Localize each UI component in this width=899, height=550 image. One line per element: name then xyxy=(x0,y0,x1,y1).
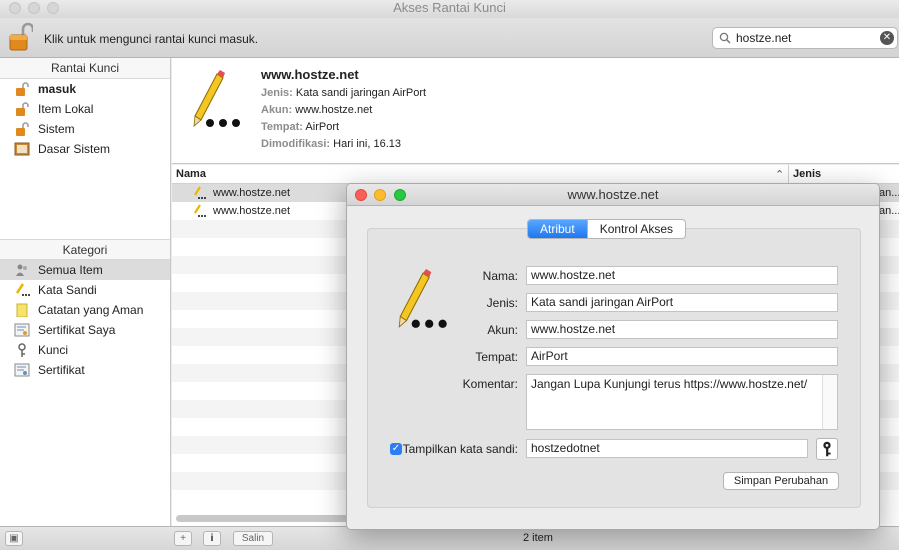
attributes-panel: Nama: www.hostze.net Jenis: Kata sandi j… xyxy=(367,228,861,508)
tempat-field[interactable]: AirPort xyxy=(526,347,838,366)
info-button[interactable]: i xyxy=(203,531,221,546)
minimize-window-button[interactable] xyxy=(28,2,40,14)
sidebar-item-label: Item Lokal xyxy=(38,102,94,116)
sidebar-item-sertifikat-saya[interactable]: Sertifikat Saya xyxy=(0,320,170,340)
categories-section: Kategori Semua Item Kata Sandi Catatan y… xyxy=(0,239,170,380)
sidebar: Rantai Kunci masuk Item Lokal Sistem Das… xyxy=(0,58,171,526)
key-icon xyxy=(823,441,831,457)
clear-search-icon[interactable]: ✕ xyxy=(880,31,894,45)
tab-kontrol-akses[interactable]: Kontrol Akses xyxy=(586,220,685,238)
info-akun: Akun: www.hostze.net xyxy=(261,104,373,116)
sidebar-item-label: Kunci xyxy=(38,343,69,357)
sidebar-item-masuk[interactable]: masuk xyxy=(0,79,170,99)
akun-field[interactable]: www.hostze.net xyxy=(526,320,838,339)
password-pencil-icon xyxy=(193,70,240,127)
window-titlebar: Akses Rantai Kunci xyxy=(0,0,899,18)
search-field[interactable]: hostze.net ✕ xyxy=(712,27,898,49)
sidebar-item-semua-item[interactable]: Semua Item xyxy=(0,260,170,280)
info-jenis: Jenis: Kata sandi jaringan AirPort xyxy=(261,87,427,99)
table-header: Nama ⌃ Jenis xyxy=(172,165,899,184)
column-header-nama[interactable]: Nama xyxy=(176,168,206,180)
certificate-icon xyxy=(14,363,30,377)
akun-label: Akun: xyxy=(487,323,518,337)
password-field[interactable]: hostzedotnet xyxy=(526,439,808,458)
sidebar-item-item-lokal[interactable]: Item Lokal xyxy=(0,99,170,119)
item-detail-dialog: www.hostze.net Atribut Kontrol Akses Nam… xyxy=(346,183,880,530)
sidebar-item-kunci[interactable]: Kunci xyxy=(0,340,170,360)
cabinet-icon xyxy=(14,142,30,156)
search-icon xyxy=(719,32,731,44)
dialog-close-button[interactable] xyxy=(355,189,367,201)
item-count: 2 item xyxy=(523,532,553,544)
pencil-icon xyxy=(194,204,206,217)
dialog-title: www.hostze.net xyxy=(567,187,659,202)
keychains-header: Rantai Kunci xyxy=(0,58,170,79)
row-nama: www.hostze.net xyxy=(213,205,291,217)
nama-label: Nama: xyxy=(482,269,518,283)
add-item-button[interactable]: + xyxy=(174,531,192,546)
komentar-text: Jangan Lupa Kunjungi terus https://www.h… xyxy=(531,377,808,391)
pencil-icon xyxy=(194,186,206,199)
sidebar-item-label: masuk xyxy=(38,82,77,96)
copy-button[interactable]: Salin xyxy=(233,531,273,546)
nama-field[interactable]: www.hostze.net xyxy=(526,266,838,285)
sidebar-item-sistem[interactable]: Sistem xyxy=(0,119,170,139)
close-window-button[interactable] xyxy=(9,2,21,14)
sidebar-item-label: Dasar Sistem xyxy=(38,142,111,156)
row-jenis: an... xyxy=(879,205,899,217)
dialog-titlebar: www.hostze.net xyxy=(347,184,879,206)
jenis-field[interactable]: Kata sandi jaringan AirPort xyxy=(526,293,838,312)
sidebar-item-sertifikat[interactable]: Sertifikat xyxy=(0,360,170,380)
show-password-checkbox[interactable]: ✓ xyxy=(390,443,402,455)
sidebar-item-label: Sertifikat Saya xyxy=(38,323,116,337)
info-dimodifikasi: Dimodifikasi: Hari ini, 16.13 xyxy=(261,138,402,150)
search-input[interactable]: hostze.net xyxy=(736,31,791,45)
horizontal-scrollbar[interactable] xyxy=(176,515,352,522)
item-title: www.hostze.net xyxy=(261,67,359,82)
tab-atribut[interactable]: Atribut xyxy=(528,220,587,238)
show-password-label[interactable]: Tampilkan kata sandi: xyxy=(403,442,518,456)
sidebar-toggle-icon[interactable]: ▣ xyxy=(5,531,23,546)
lock-message[interactable]: Klik untuk mengunci rantai kunci masuk. xyxy=(44,32,258,46)
sidebar-item-kata-sandi[interactable]: Kata Sandi xyxy=(0,280,170,300)
password-pencil-icon xyxy=(398,269,447,328)
komentar-scrollbar[interactable] xyxy=(822,375,837,429)
lock-open-icon xyxy=(16,122,29,136)
lock-open-icon xyxy=(16,102,29,116)
item-info-panel: www.hostze.net Jenis: Kata sandi jaringa… xyxy=(172,58,899,164)
note-icon xyxy=(16,303,28,317)
row-nama: www.hostze.net xyxy=(213,187,291,199)
zoom-window-button[interactable] xyxy=(47,2,59,14)
window-title: Akses Rantai Kunci xyxy=(393,0,506,15)
sidebar-item-label: Semua Item xyxy=(38,263,103,277)
dialog-zoom-button[interactable] xyxy=(394,189,406,201)
sidebar-item-label: Sertifikat xyxy=(38,363,85,377)
komentar-textarea[interactable]: Jangan Lupa Kunjungi terus https://www.h… xyxy=(526,374,838,430)
password-assistant-button[interactable] xyxy=(816,438,838,460)
sidebar-item-catatan-aman[interactable]: Catatan yang Aman xyxy=(0,300,170,320)
lock-open-icon[interactable] xyxy=(9,22,33,52)
sidebar-item-label: Catatan yang Aman xyxy=(38,303,144,317)
info-tempat: Tempat: AirPort xyxy=(261,121,340,133)
toolbar: Klik untuk mengunci rantai kunci masuk. … xyxy=(0,18,899,58)
save-changes-button[interactable]: Simpan Perubahan xyxy=(723,472,839,490)
people-icon xyxy=(16,264,27,276)
komentar-label: Komentar: xyxy=(462,377,518,391)
pencil-icon xyxy=(15,283,30,296)
lock-open-icon xyxy=(16,82,29,96)
column-header-jenis[interactable]: Jenis xyxy=(788,165,821,183)
row-jenis: an... xyxy=(879,187,899,199)
tempat-label: Tempat: xyxy=(475,350,518,364)
key-icon xyxy=(18,343,26,357)
sidebar-item-label: Sistem xyxy=(38,122,75,136)
dialog-minimize-button[interactable] xyxy=(374,189,386,201)
categories-header: Kategori xyxy=(0,239,170,260)
dialog-tabs: Atribut Kontrol Akses xyxy=(527,219,687,239)
sort-ascending-icon[interactable]: ⌃ xyxy=(775,168,784,181)
sidebar-item-dasar-sistem[interactable]: Dasar Sistem xyxy=(0,139,170,159)
jenis-label: Jenis: xyxy=(486,296,518,310)
certificate-icon xyxy=(14,323,30,337)
sidebar-item-label: Kata Sandi xyxy=(38,283,97,297)
